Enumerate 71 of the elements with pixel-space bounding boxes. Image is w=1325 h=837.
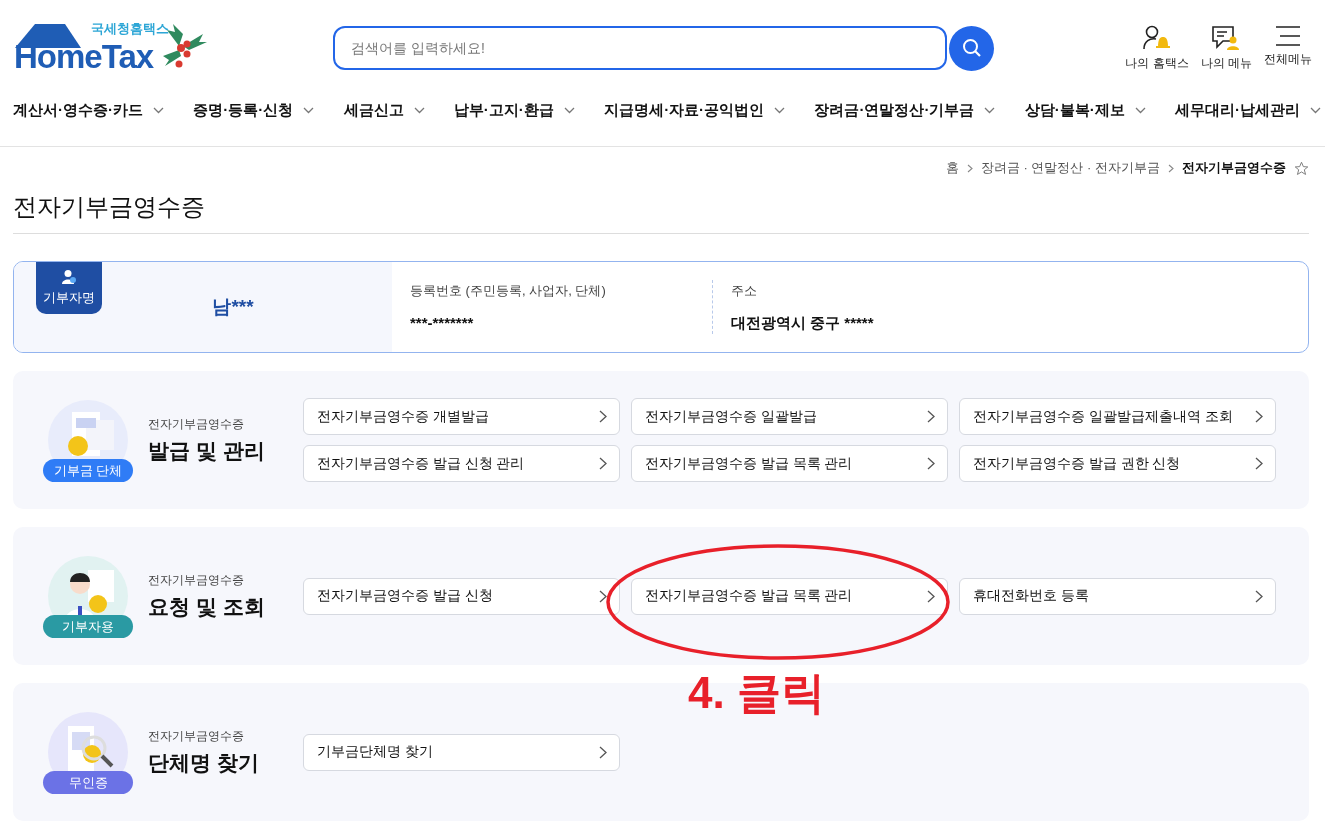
section-title: 요청 및 조회: [148, 593, 266, 620]
nav-menu-item[interactable]: 증명·등록·신청: [193, 100, 315, 120]
utility-menu-button[interactable]: 나의 메뉴: [1200, 24, 1252, 72]
search-icon: [961, 38, 982, 58]
chevron-right-icon: [1255, 457, 1263, 470]
chevron-right-icon: [599, 589, 607, 603]
category-badge: 무인증: [43, 771, 133, 794]
section-subtitle: 전자기부금영수증: [148, 415, 245, 433]
nav-menu-item[interactable]: 납부·고지·환급: [453, 100, 575, 120]
chevron-down-icon: [153, 106, 164, 114]
nav-menu-item[interactable]: 세금신고: [343, 100, 425, 120]
chevron-right-icon: [1255, 589, 1263, 603]
nav-menu-item[interactable]: 세무대리·납세관리: [1174, 100, 1321, 120]
menu-link-button[interactable]: 기부금단체명 찾기: [303, 733, 620, 771]
breadcrumb-link[interactable]: 홈: [945, 159, 959, 177]
menu-link-button[interactable]: 전자기부금영수증 발급 목록 관리: [631, 445, 948, 482]
field-label: 등록번호 (주민등록, 사업자, 단체): [410, 282, 607, 300]
chevron-right-icon: [927, 410, 935, 423]
user-bell-icon: [1142, 24, 1172, 51]
star-icon[interactable]: [1294, 160, 1309, 176]
menu-link-button[interactable]: 전자기부금영수증 발급 신청 관리: [303, 445, 620, 482]
menu-link-button[interactable]: 전자기부금영수증 발급 목록 관리: [631, 577, 948, 615]
note-person-icon: [1211, 24, 1242, 51]
menu-link-button[interactable]: 휴대전화번호 등록: [959, 577, 1276, 615]
menu-icon: [1275, 24, 1301, 47]
field-label: 주소: [731, 282, 758, 300]
section-subtitle: 전자기부금영수증: [148, 727, 245, 745]
chevron-down-icon: [984, 106, 996, 114]
breadcrumb-link[interactable]: 전자기부금영수증: [1182, 159, 1286, 177]
breadcrumb-link[interactable]: 장려금 · 연말정산 · 전자기부금: [980, 159, 1160, 177]
chevron-down-icon: [563, 106, 575, 114]
field-value: ***-*******: [410, 314, 475, 331]
nav-menu-item[interactable]: 상담·불복·제보: [1024, 100, 1146, 120]
chevron-right-icon: [599, 410, 607, 423]
chevron-right-icon: [927, 589, 935, 603]
chevron-down-icon: [774, 106, 786, 114]
chevron-right-icon: [599, 745, 607, 759]
search-field[interactable]: 검색어를 입력하세요!: [333, 26, 947, 70]
nav-menu-item[interactable]: 지급명세·자료·공익법인: [604, 100, 786, 120]
chevron-down-icon: [413, 106, 425, 114]
category-badge: 기부금 단체: [43, 459, 133, 482]
menu-link-button[interactable]: 전자기부금영수증 개별발급: [303, 398, 620, 435]
chevron-right-icon: [927, 457, 935, 470]
chevron-down-icon: [303, 106, 315, 114]
donor-name: 남***: [212, 295, 254, 319]
utility-menu-button[interactable]: 나의 홈택스: [1125, 24, 1189, 72]
annotation-text: 4. 클릭: [688, 667, 825, 719]
chevron-right-icon: [599, 457, 607, 470]
category-badge: 기부자용: [43, 615, 133, 638]
nav-menu-item[interactable]: 계산서·영수증·카드: [13, 100, 164, 120]
chevron-right-icon: [1255, 410, 1263, 423]
person-icon: [61, 269, 77, 285]
search-button[interactable]: [949, 25, 994, 71]
logo-subtitle: 국세청홈택스: [91, 20, 169, 38]
menu-link-button[interactable]: 전자기부금영수증 발급 권한 신청: [959, 445, 1276, 482]
menu-link-button[interactable]: 전자기부금영수증 일괄발급: [631, 398, 948, 435]
chevron-right-icon: [1168, 163, 1174, 173]
field-value: 대전광역시 중구 *****: [731, 314, 875, 333]
utility-menu-button[interactable]: 전체메뉴: [1264, 24, 1312, 72]
chevron-down-icon: [1134, 106, 1146, 114]
chevron-down-icon: [1309, 106, 1321, 114]
section-subtitle: 전자기부금영수증: [148, 571, 245, 589]
section-title: 단체명 찾기: [148, 749, 260, 776]
donor-badge: 기부자명: [36, 262, 102, 314]
section-title: 발급 및 관리: [148, 437, 266, 464]
nav-menu-item[interactable]: 장려금·연말정산·기부금: [814, 100, 996, 120]
menu-link-button[interactable]: 전자기부금영수증 발급 신청: [303, 577, 620, 615]
logo-title[interactable]: HomeTax: [14, 38, 154, 76]
chevron-right-icon: [966, 163, 973, 173]
menu-link-button[interactable]: 전자기부금영수증 일괄발급제출내역 조회: [959, 398, 1276, 435]
page-title: 전자기부금영수증: [13, 191, 1309, 234]
